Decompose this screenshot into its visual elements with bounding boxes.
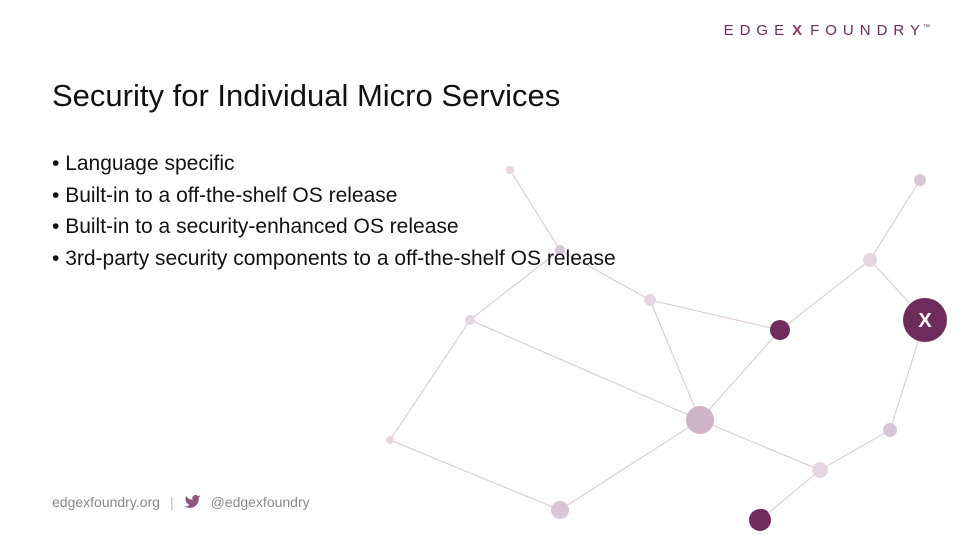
- bullet-item: Built-in to a security-enhanced OS relea…: [52, 211, 616, 243]
- slide-title: Security for Individual Micro Services: [52, 78, 560, 114]
- bullet-list: Language specific Built-in to a off-the-…: [52, 148, 616, 274]
- brand-edge: EDGE: [724, 22, 791, 39]
- bullet-item: Built-in to a off-the-shelf OS release: [52, 180, 616, 212]
- slide: X EDGEXFOUNDRY™ Security for Individual …: [0, 0, 960, 540]
- footer-handle: @edgexfoundry: [211, 494, 310, 510]
- footer: edgexfoundry.org | @edgexfoundry: [52, 493, 310, 510]
- footer-separator: |: [170, 494, 174, 510]
- svg-text:X: X: [918, 310, 932, 332]
- bullet-item: 3rd-party security components to a off-t…: [52, 243, 616, 275]
- brand-logo: EDGEXFOUNDRY™: [724, 22, 930, 39]
- bullet-item: Language specific: [52, 148, 616, 180]
- footer-site: edgexfoundry.org: [52, 494, 160, 510]
- brand-x: X: [790, 22, 810, 39]
- twitter-icon: [184, 493, 201, 510]
- brand-foundry: FOUNDRY: [810, 22, 926, 39]
- brand-tm: ™: [923, 24, 930, 31]
